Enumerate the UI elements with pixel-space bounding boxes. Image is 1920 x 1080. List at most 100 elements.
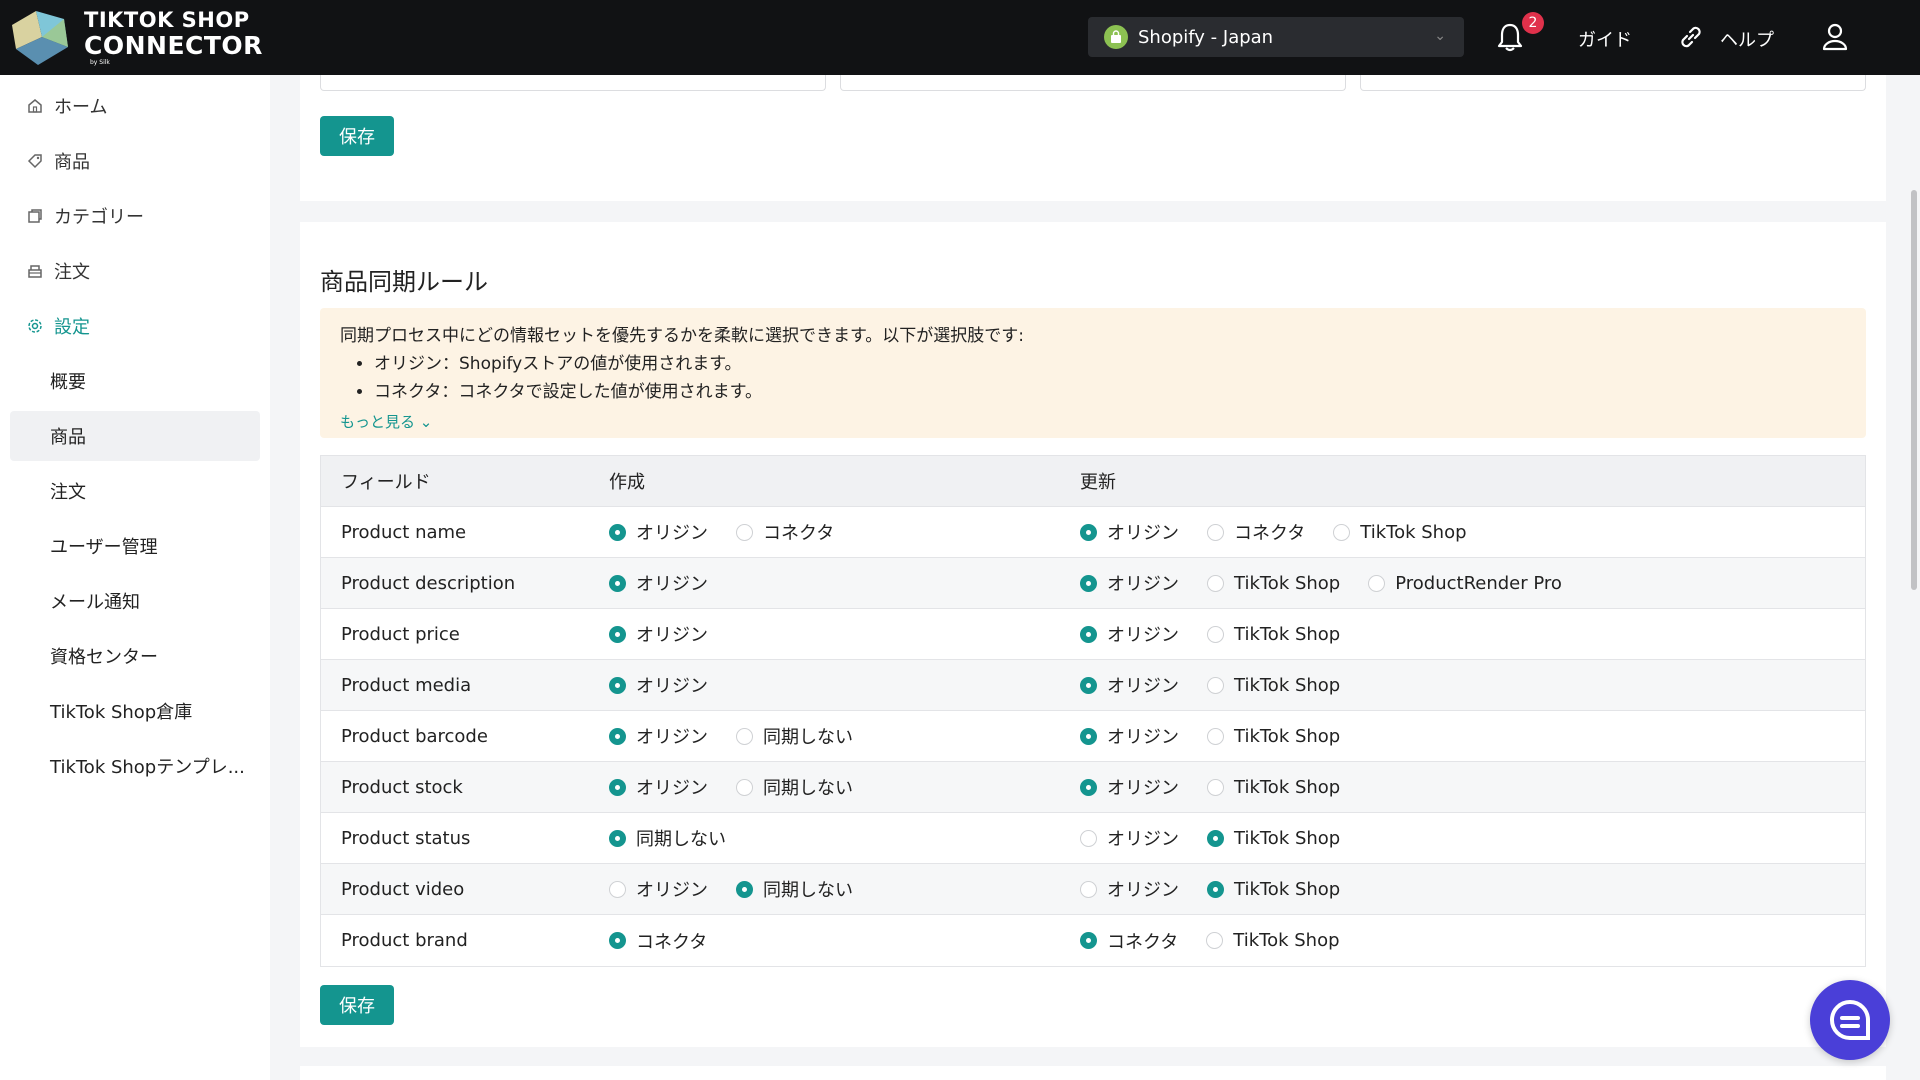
update-radio-option[interactable]: ProductRender Pro	[1368, 573, 1562, 594]
sidebar-subitem-qualification-center[interactable]: 資格センター	[10, 631, 260, 681]
length-input[interactable]	[320, 75, 826, 91]
update-radio-option[interactable]: オリジン	[1080, 774, 1179, 800]
sync-save-button[interactable]: 保存	[320, 985, 394, 1025]
chat-button[interactable]	[1810, 980, 1890, 1060]
create-radio-option[interactable]: 同期しない	[736, 723, 853, 749]
radio-button[interactable]	[736, 727, 753, 745]
radio-button[interactable]	[609, 625, 626, 643]
create-radio-option[interactable]: オリジン	[609, 723, 708, 749]
update-radio-option[interactable]: TikTok Shop	[1207, 879, 1340, 900]
sidebar-item-products[interactable]: 商品	[10, 136, 260, 186]
radio-button[interactable]	[1080, 523, 1097, 541]
radio-button[interactable]	[609, 574, 626, 592]
update-radio-option[interactable]: オリジン	[1080, 723, 1179, 749]
update-radio-option[interactable]: TikTok Shop	[1333, 522, 1467, 543]
update-radio-option[interactable]: コネクタ	[1080, 928, 1178, 954]
update-radio-option[interactable]: TikTok Shop	[1207, 573, 1340, 594]
radio-button[interactable]	[1333, 523, 1351, 541]
update-options: オリジン TikTok Shop	[1080, 723, 1865, 749]
logo-text: TIKTOK SHOP CONNECTOR by Silk	[84, 9, 263, 66]
radio-button[interactable]	[609, 676, 626, 694]
radio-button[interactable]	[1207, 523, 1224, 541]
create-radio-option[interactable]: 同期しない	[609, 825, 726, 851]
link-icon[interactable]	[1678, 24, 1704, 50]
radio-button[interactable]	[736, 880, 753, 898]
sidebar-subitem-products[interactable]: 商品	[10, 411, 260, 461]
save-button[interactable]: 保存	[320, 116, 394, 156]
sidebar-item-home[interactable]: ホーム	[10, 81, 260, 131]
update-radio-option[interactable]: オリジン	[1080, 519, 1179, 545]
update-radio-option[interactable]: オリジン	[1080, 672, 1179, 698]
sidebar-item-orders[interactable]: 注文	[10, 246, 260, 296]
update-radio-option[interactable]: TikTok Shop	[1207, 777, 1340, 798]
radio-button[interactable]	[736, 523, 753, 541]
create-radio-option[interactable]: 同期しない	[736, 774, 853, 800]
update-radio-option[interactable]: TikTok Shop	[1207, 675, 1340, 696]
radio-button[interactable]	[1080, 880, 1097, 898]
radio-button[interactable]	[1207, 880, 1224, 898]
radio-button[interactable]	[609, 523, 626, 541]
update-radio-option[interactable]: TikTok Shop	[1207, 624, 1340, 645]
sidebar-subitem-email-notification[interactable]: メール通知	[10, 576, 260, 626]
update-radio-option[interactable]: コネクタ	[1207, 519, 1305, 545]
create-radio-option[interactable]: オリジン	[609, 876, 708, 902]
create-radio-option[interactable]: コネクタ	[609, 928, 707, 954]
guide-link[interactable]: ガイド	[1578, 26, 1632, 52]
sidebar-item-category[interactable]: カテゴリー	[10, 191, 260, 241]
update-radio-option[interactable]: オリジン	[1080, 876, 1179, 902]
radio-label: TikTok Shop	[1234, 878, 1341, 900]
radio-button[interactable]	[1207, 574, 1224, 592]
create-radio-option[interactable]: オリジン	[609, 774, 708, 800]
help-link[interactable]: ヘルプ	[1720, 26, 1774, 52]
radio-button[interactable]	[1368, 574, 1386, 592]
radio-button[interactable]	[1080, 727, 1097, 745]
scrollbar-thumb[interactable]	[1911, 190, 1917, 590]
radio-button[interactable]	[1207, 778, 1224, 796]
sidebar-item-label: ホーム	[54, 97, 108, 118]
sidebar-item-settings[interactable]: 設定	[10, 301, 260, 351]
radio-button[interactable]	[1080, 829, 1097, 847]
update-radio-option[interactable]: TikTok Shop	[1207, 828, 1340, 849]
sidebar-subitem-overview[interactable]: 概要	[10, 356, 260, 406]
create-radio-option[interactable]: オリジン	[609, 621, 708, 647]
create-radio-option[interactable]: コネクタ	[736, 519, 834, 545]
radio-button[interactable]	[1080, 932, 1097, 949]
radio-button[interactable]	[609, 880, 626, 898]
width-input[interactable]	[840, 75, 1346, 91]
app-logo[interactable]: TIKTOK SHOP CONNECTOR by Silk	[8, 0, 263, 75]
user-icon[interactable]	[1820, 22, 1850, 52]
radio-button[interactable]	[736, 778, 753, 796]
update-radio-option[interactable]: オリジン	[1080, 621, 1179, 647]
radio-button[interactable]	[1207, 625, 1224, 643]
create-radio-option[interactable]: オリジン	[609, 672, 708, 698]
update-radio-option[interactable]: オリジン	[1080, 570, 1179, 596]
radio-button[interactable]	[1080, 778, 1097, 796]
radio-button[interactable]	[1206, 932, 1224, 949]
update-radio-option[interactable]: オリジン	[1080, 825, 1179, 851]
sidebar-subitem-user-management[interactable]: ユーザー管理	[10, 521, 260, 571]
create-radio-option[interactable]: オリジン	[609, 519, 708, 545]
radio-button[interactable]	[609, 829, 626, 847]
sidebar-subitem-orders[interactable]: 注文	[10, 466, 260, 516]
create-radio-option[interactable]: 同期しない	[736, 876, 853, 902]
radio-button[interactable]	[609, 778, 626, 796]
update-radio-option[interactable]: TikTok Shop	[1206, 930, 1340, 951]
sidebar-subitem-tiktok-warehouse[interactable]: TikTok Shop倉庫	[10, 686, 260, 736]
see-more-link[interactable]: もっと見る ⌄	[340, 408, 1846, 436]
bell-icon[interactable]	[1496, 22, 1524, 52]
height-input[interactable]	[1360, 75, 1866, 91]
sidebar-subitem-tiktok-template[interactable]: TikTok Shopテンプレ...	[10, 741, 260, 791]
radio-button[interactable]	[1080, 574, 1097, 592]
radio-button[interactable]	[1080, 676, 1097, 694]
store-selector[interactable]: Shopify - Japan ⌄	[1088, 17, 1464, 57]
radio-button[interactable]	[1207, 676, 1224, 694]
radio-button[interactable]	[1080, 625, 1097, 643]
radio-button[interactable]	[1207, 829, 1224, 847]
radio-label: オリジン	[636, 778, 708, 799]
radio-button[interactable]	[1207, 727, 1224, 745]
radio-button[interactable]	[609, 932, 626, 949]
radio-button[interactable]	[609, 727, 626, 745]
update-radio-option[interactable]: TikTok Shop	[1207, 726, 1340, 747]
field-name: Product description	[341, 572, 516, 594]
create-radio-option[interactable]: オリジン	[609, 570, 708, 596]
